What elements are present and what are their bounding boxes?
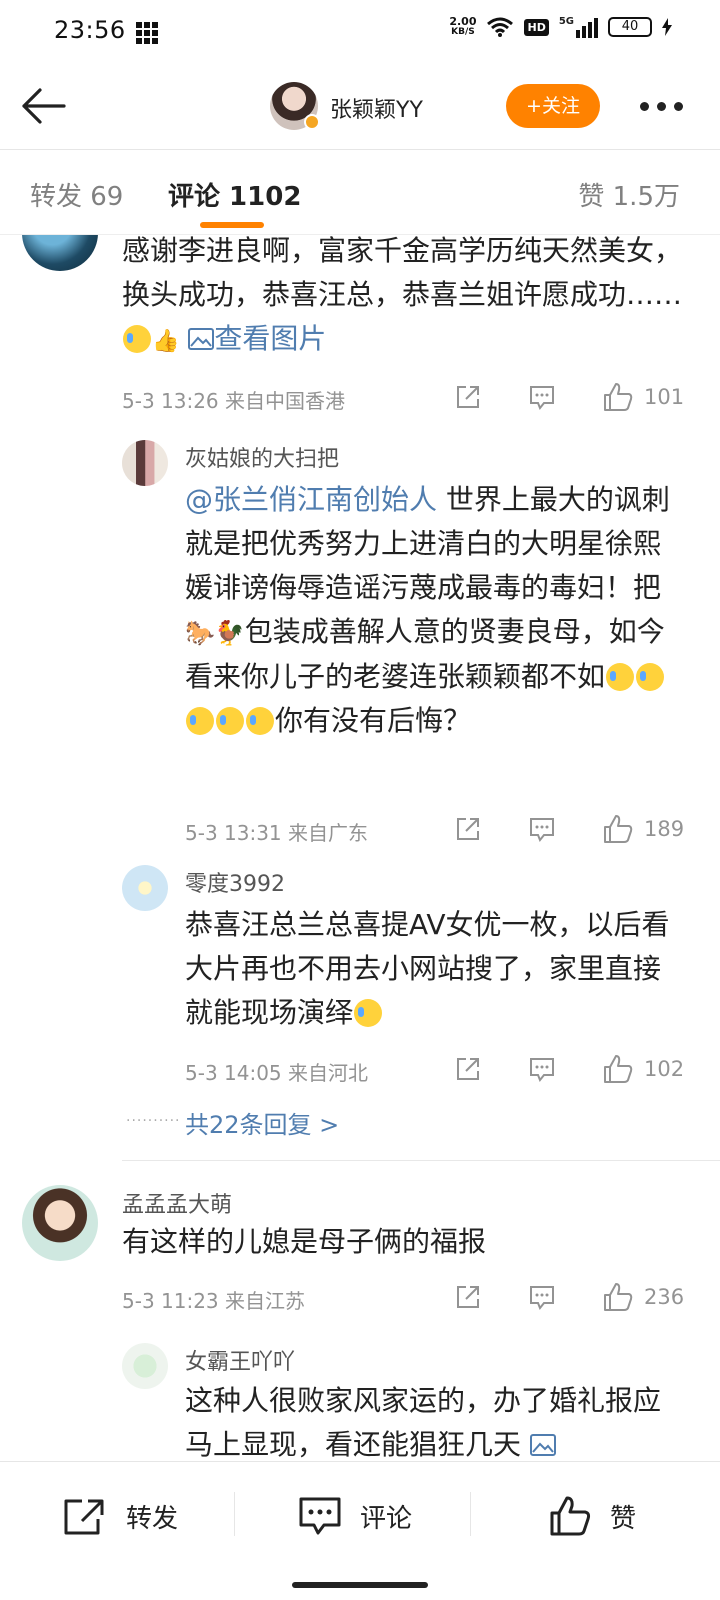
- battery-icon: 40: [608, 17, 652, 37]
- comment-avatar[interactable]: [22, 235, 98, 271]
- share-icon[interactable]: [454, 815, 482, 843]
- back-arrow-icon[interactable]: [20, 86, 66, 126]
- comment-username[interactable]: 孟孟孟大萌: [122, 1187, 232, 1219]
- reply-username[interactable]: 灰姑娘的大扫把: [185, 441, 339, 473]
- laugh-cry-emoji-icon: [186, 707, 214, 735]
- comment-label: 评论: [360, 1503, 413, 1534]
- thumbs-up-emoji-icon: 👍: [152, 329, 180, 354]
- bottom-separator: [470, 1492, 471, 1536]
- comment-list[interactable]: 感谢李进良啊，富家千金高学历纯天然美女，换头成功，恭喜汪总，恭喜兰姐许愿成功………: [0, 235, 720, 1461]
- like-icon[interactable]: [602, 381, 634, 413]
- view-image-label: 查看图片: [214, 322, 327, 355]
- tab-forward[interactable]: 转发 69: [30, 176, 123, 213]
- tab-bar: 转发 69 评论 1102 赞 1.5万: [0, 150, 720, 234]
- active-tab-indicator: [200, 222, 264, 228]
- reply-body-continued: 包装成善解人意的贤妻良母，如今看来你儿子的老婆连张颖颖都不如: [185, 615, 665, 693]
- view-image-link[interactable]: 查看图片: [188, 322, 326, 355]
- comment-meta: 5-3 13:26 来自中国香港: [122, 389, 346, 413]
- share-icon[interactable]: [454, 1055, 482, 1083]
- comment-avatar[interactable]: [22, 1185, 98, 1261]
- reply-username[interactable]: 女霸王吖吖: [185, 1344, 295, 1376]
- like-label: 赞: [610, 1503, 637, 1534]
- mention-link[interactable]: @张兰俏江南创始人: [185, 483, 437, 516]
- reply-icon[interactable]: [528, 1055, 556, 1083]
- network-type: 5G: [558, 16, 574, 27]
- view-more-replies-link[interactable]: 共22条回复 >: [185, 1105, 339, 1140]
- verified-badge-icon: [304, 114, 320, 130]
- hd-badge: HD: [524, 18, 549, 36]
- comment-meta: 5-3 11:23 来自江苏: [122, 1289, 306, 1313]
- comment-icon: [299, 1497, 341, 1535]
- comment-body: 有这样的儿媳是母子俩的福报: [122, 1225, 487, 1258]
- tab-comment[interactable]: 评论 1102: [168, 176, 301, 213]
- like-icon[interactable]: [602, 1281, 634, 1313]
- reply-icon[interactable]: [528, 383, 556, 411]
- image-icon[interactable]: [529, 1434, 556, 1456]
- reply-body: 这种人很败家风家运的，办了婚礼报应马上显现，看还能猖狂几天: [185, 1384, 662, 1461]
- reply-avatar[interactable]: [122, 440, 168, 486]
- reply-body-end: 你有没有后悔？: [275, 704, 472, 737]
- like-count: 101: [644, 385, 685, 409]
- reply-icon[interactable]: [528, 815, 556, 843]
- reply-text: 这种人很败家风家运的，办了婚礼报应马上显现，看还能猖狂几天: [185, 1379, 685, 1461]
- app-grid-icon: [136, 22, 158, 44]
- comment-text: 感谢李进良啊，富家千金高学历纯天然美女，换头成功，恭喜汪总，恭喜兰姐许愿成功………: [122, 235, 682, 364]
- forward-icon: [64, 1499, 104, 1535]
- charging-icon: [662, 18, 672, 36]
- like-count: 236: [644, 1285, 685, 1309]
- bottom-separator: [234, 1492, 235, 1536]
- author-name[interactable]: 张颖颖YY: [330, 92, 423, 124]
- laugh-cry-emoji-icon: [246, 707, 274, 735]
- like-icon[interactable]: [602, 1053, 634, 1085]
- reply-body: 恭喜汪总兰总喜提AV女优一枚，以后看大片再也不用去小网站搜了，家里直接就能现场演…: [185, 908, 670, 1029]
- like-count: 102: [644, 1057, 685, 1081]
- bottom-action-bar: 转发 评论 赞: [0, 1461, 720, 1600]
- home-indicator[interactable]: [292, 1582, 428, 1588]
- like-icon: [550, 1496, 591, 1536]
- reply-username[interactable]: 零度3992: [185, 866, 285, 898]
- signal-icon: 5G: [559, 16, 598, 38]
- reply-text: @张兰俏江南创始人 世界上最大的讽刺就是把优秀努力上进清白的大明星徐熙媛诽谤侮辱…: [185, 478, 685, 743]
- laugh-cry-emoji-icon: [216, 707, 244, 735]
- tab-like[interactable]: 赞 1.5万: [578, 176, 680, 213]
- like-icon[interactable]: [602, 813, 634, 845]
- reply-icon[interactable]: [528, 1283, 556, 1311]
- reply-meta: 5-3 14:05 来自河北: [185, 1061, 369, 1085]
- reply-meta: 5-3 13:31 来自广东: [185, 821, 369, 845]
- follow-button[interactable]: +关注: [506, 84, 600, 128]
- status-bar: 23:56 2.00 KB/S HD 5G 40: [0, 0, 720, 64]
- forward-button[interactable]: 转发: [62, 1492, 178, 1540]
- rooster-emoji-icon: 🐓: [214, 619, 245, 647]
- like-count: 189: [644, 817, 685, 841]
- laugh-cry-emoji-icon: [606, 663, 635, 691]
- net-speed-value: 2.00: [449, 15, 477, 28]
- replies-divider: ··········: [126, 1113, 181, 1129]
- like-button[interactable]: 赞: [548, 1492, 636, 1540]
- comment-body: 感谢李进良啊，富家千金高学历纯天然美女，换头成功，恭喜汪总，恭喜兰姐许愿成功……: [122, 235, 683, 311]
- reply-text: 恭喜汪总兰总喜提AV女优一枚，以后看大片再也不用去小网站搜了，家里直接就能现场演…: [185, 903, 685, 1035]
- laugh-cry-emoji-icon: [354, 999, 383, 1027]
- image-icon: [188, 328, 215, 350]
- forward-label: 转发: [126, 1503, 179, 1534]
- net-speed-unit: KB/S: [451, 27, 475, 37]
- laugh-cry-emoji-icon: [636, 663, 665, 691]
- comment-button[interactable]: 评论: [298, 1492, 412, 1540]
- net-speed: 2.00 KB/S: [449, 16, 476, 38]
- more-options-icon[interactable]: [640, 102, 683, 111]
- reply-avatar[interactable]: [122, 1343, 168, 1389]
- laugh-cry-emoji-icon: [123, 325, 151, 353]
- status-icons: 2.00 KB/S HD 5G 40: [449, 16, 672, 38]
- wifi-icon: [487, 17, 514, 37]
- share-icon[interactable]: [454, 383, 482, 411]
- status-time: 23:56: [54, 16, 126, 44]
- share-icon[interactable]: [454, 1283, 482, 1311]
- comment-text: 有这样的儿媳是母子俩的福报: [122, 1220, 682, 1264]
- reply-avatar[interactable]: [122, 865, 168, 911]
- horse-emoji-icon: 🐎: [185, 619, 215, 647]
- top-navigation: 张颖颖YY +关注: [0, 64, 720, 150]
- comment-separator: [122, 1160, 720, 1161]
